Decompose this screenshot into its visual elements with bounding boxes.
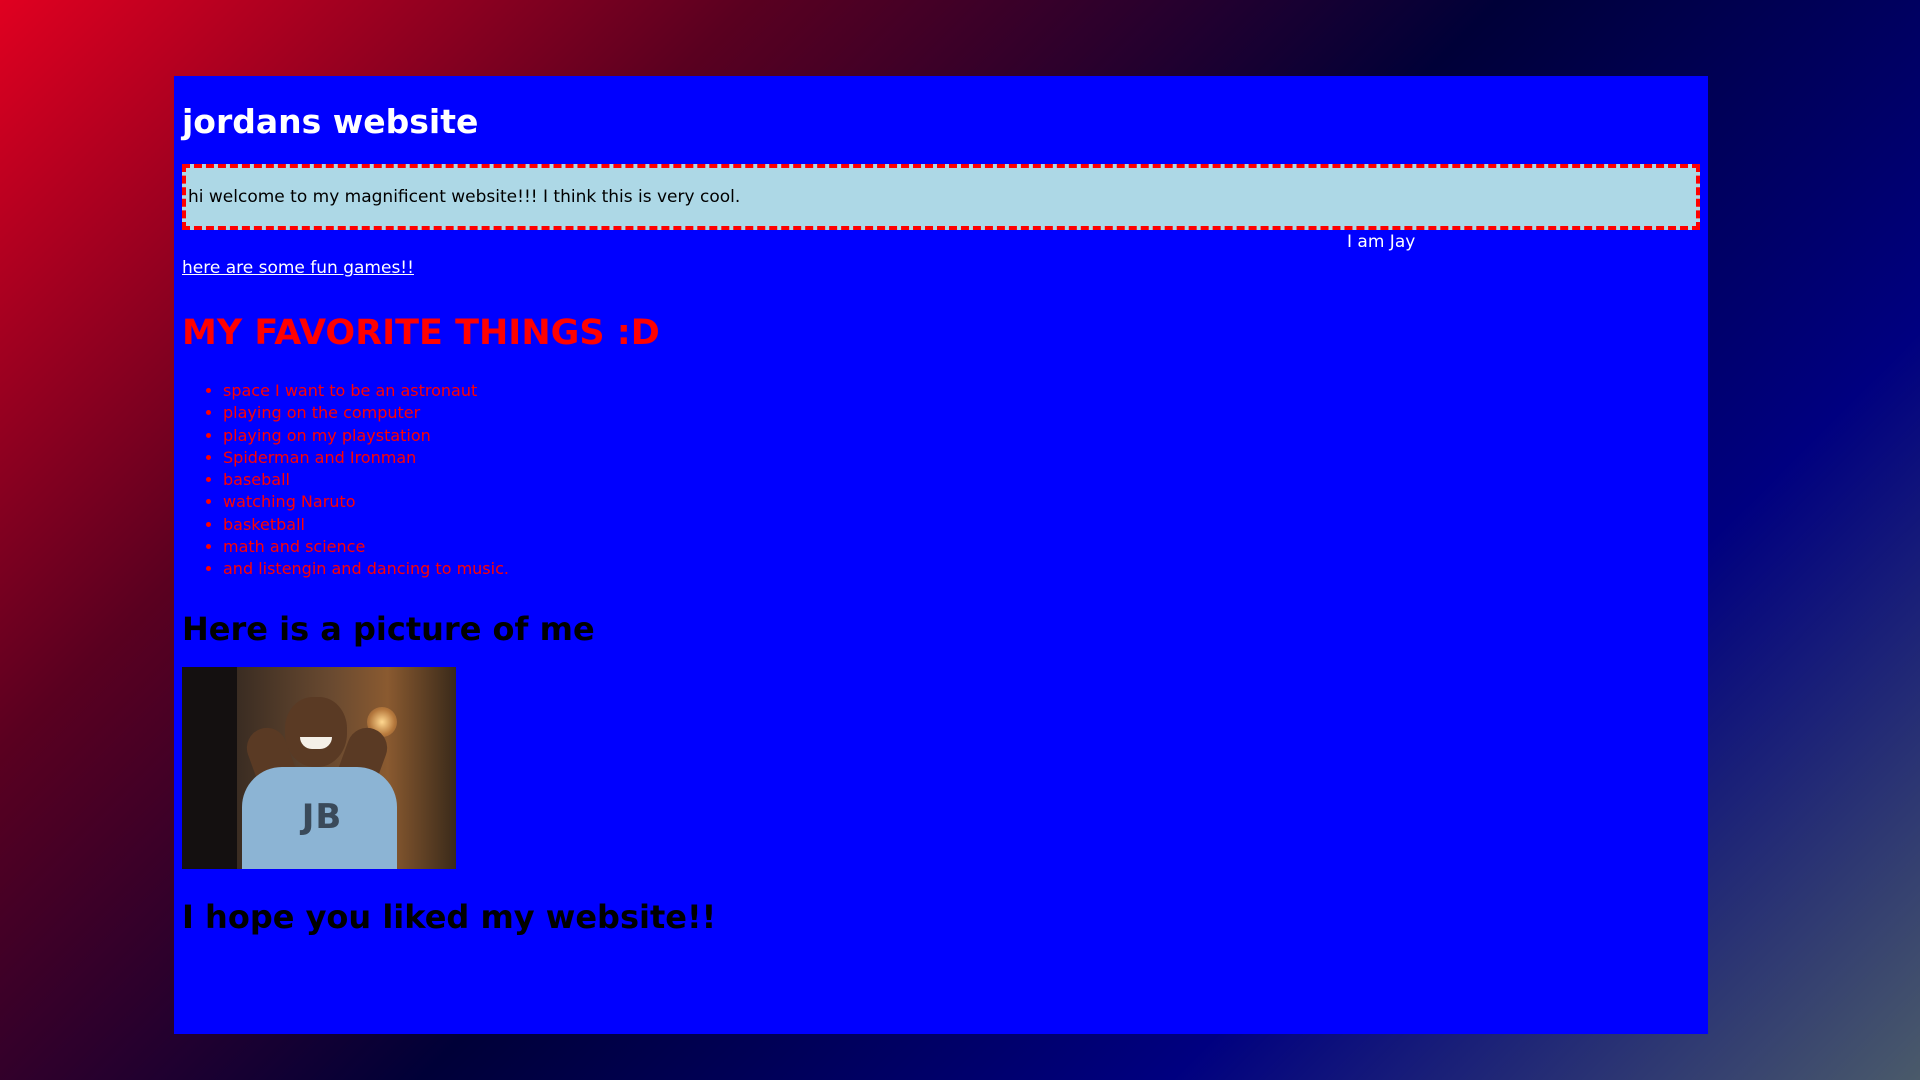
fun-games-link[interactable]: here are some fun games!! [182,258,414,278]
list-item: baseball [223,469,1700,491]
list-item: basketball [223,514,1700,536]
site-title: jordans website [182,102,479,141]
profile-photo: JB [182,666,456,869]
list-item: playing on my playstation [223,425,1700,447]
welcome-box: hi welcome to my magnificent website!!! … [182,164,1700,230]
welcome-text: hi welcome to my magnificent website!!! … [188,187,741,207]
favorites-list: space I want to be an astronaut playing … [182,380,1700,581]
list-item: and listengin and dancing to music. [223,558,1700,580]
closing-heading: I hope you liked my website!! [182,897,717,936]
photo-shirt-text: JB [301,796,343,837]
favorites-heading: MY FAVORITE THINGS :D [182,313,660,353]
photo-head [285,696,347,767]
caption-row: I am Jay [182,230,1700,252]
list-item: space I want to be an astronaut [223,380,1700,402]
list-item: Spiderman and Ironman [223,447,1700,469]
website-page: jordans website hi welcome to my magnifi… [174,76,1708,1034]
photo-background-figure [182,666,237,869]
image-caption: I am Jay [1347,232,1416,252]
picture-heading: Here is a picture of me [182,609,595,648]
list-item: math and science [223,536,1700,558]
list-item: watching Naruto [223,491,1700,513]
list-item: playing on the computer [223,402,1700,424]
